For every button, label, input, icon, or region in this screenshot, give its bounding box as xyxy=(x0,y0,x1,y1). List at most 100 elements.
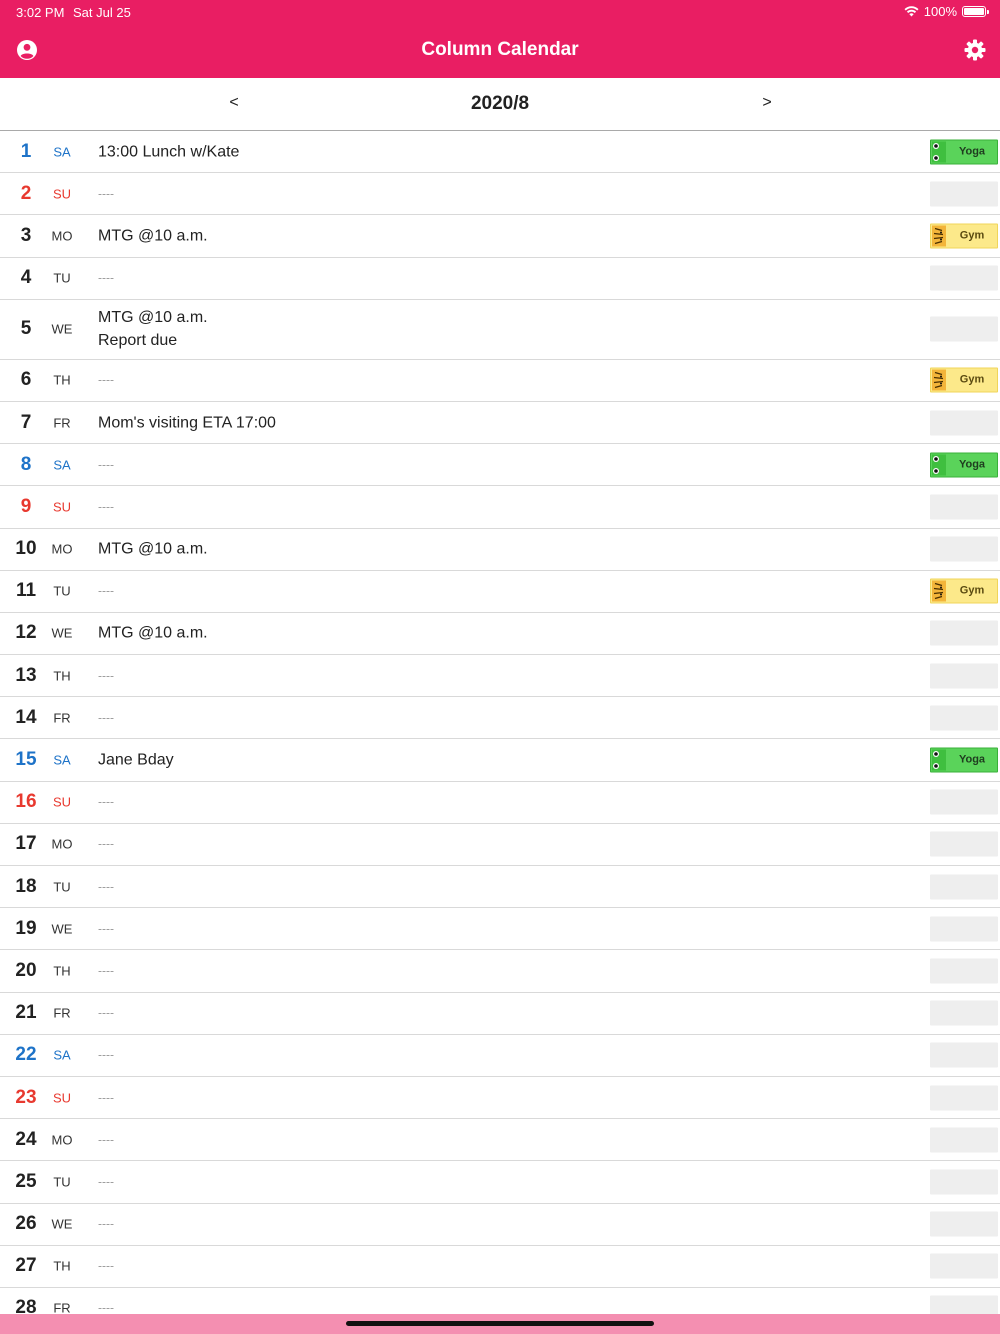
wifi-icon xyxy=(904,6,919,17)
day-events[interactable]: ---- xyxy=(98,1044,910,1067)
habit-tag[interactable]: Gym xyxy=(930,367,998,393)
day-events[interactable]: ---- xyxy=(98,1002,910,1025)
day-row[interactable]: 3 MO MTG @10 a.m. Gym xyxy=(0,215,1000,258)
page-title: Column Calendar xyxy=(421,39,579,60)
day-row[interactable]: 4 TU ---- xyxy=(0,258,1000,300)
habit-tag[interactable]: Yoga xyxy=(930,452,998,478)
day-row[interactable]: 8 SA ---- Yoga xyxy=(0,444,1000,487)
day-events[interactable]: ---- xyxy=(98,1086,910,1109)
day-row[interactable]: 17 MO ---- xyxy=(0,824,1000,866)
day-row[interactable]: 23 SU ---- xyxy=(0,1077,1000,1120)
habit-tag-empty[interactable] xyxy=(930,831,998,857)
day-row[interactable]: 7 FR Mom's visiting ETA 17:00 xyxy=(0,402,1000,445)
day-events[interactable]: MTG @10 a.m. xyxy=(98,538,910,561)
day-number: 9 xyxy=(20,495,32,517)
day-row[interactable]: 16 SU ---- xyxy=(0,782,1000,824)
habit-tag[interactable]: Yoga xyxy=(930,139,998,165)
habit-tag-empty[interactable] xyxy=(930,1211,998,1237)
day-row[interactable]: 18 TU ---- xyxy=(0,866,1000,909)
habit-tag-empty[interactable] xyxy=(930,874,998,900)
day-events[interactable]: MTG @10 a.m. Report due xyxy=(98,306,910,352)
day-events[interactable]: ---- xyxy=(98,369,910,392)
habit-tag-empty[interactable] xyxy=(930,1127,998,1153)
habit-tag-empty[interactable] xyxy=(930,789,998,815)
frog-icon xyxy=(932,141,946,163)
day-events[interactable]: ---- xyxy=(98,1255,910,1278)
day-of-week: TU xyxy=(53,879,71,895)
habit-tag-empty[interactable] xyxy=(930,1000,998,1026)
day-events[interactable]: 13:00 Lunch w/Kate xyxy=(98,140,910,163)
day-events[interactable]: ---- xyxy=(98,1128,910,1151)
day-number: 14 xyxy=(15,706,37,728)
battery-icon xyxy=(962,6,989,17)
day-row[interactable]: 25 TU ---- xyxy=(0,1161,1000,1204)
day-events[interactable]: MTG @10 a.m. xyxy=(98,622,910,645)
day-row[interactable]: 22 SA ---- xyxy=(0,1035,1000,1077)
day-events[interactable]: ---- xyxy=(98,1170,910,1193)
day-events[interactable]: ---- xyxy=(98,791,910,814)
day-row[interactable]: 15 SA Jane Bday Yoga xyxy=(0,739,1000,782)
habit-tag-empty[interactable] xyxy=(930,181,998,207)
day-events[interactable]: ---- xyxy=(98,917,910,940)
day-events[interactable]: ---- xyxy=(98,959,910,982)
day-events[interactable]: ---- xyxy=(98,182,910,205)
battery-percent: 100% xyxy=(923,4,957,19)
day-number: 13 xyxy=(15,664,37,686)
day-number: 12 xyxy=(15,622,37,644)
habit-tag-empty[interactable] xyxy=(930,265,998,291)
day-events[interactable]: ---- xyxy=(98,453,910,476)
day-row[interactable]: 10 MO MTG @10 a.m. xyxy=(0,529,1000,571)
habit-tag[interactable]: Gym xyxy=(930,578,998,604)
day-row[interactable]: 11 TU ---- Gym xyxy=(0,571,1000,613)
day-row[interactable]: 1 SA 13:00 Lunch w/Kate Yoga xyxy=(0,131,1000,174)
status-time: 3:02 PM xyxy=(16,5,65,20)
day-events[interactable]: ---- xyxy=(98,580,910,603)
habit-tag-empty[interactable] xyxy=(930,1169,998,1195)
habit-tag-empty[interactable] xyxy=(930,1253,998,1279)
day-row[interactable]: 14 FR ---- xyxy=(0,697,1000,740)
habit-tag[interactable]: Gym xyxy=(930,223,998,249)
home-indicator[interactable] xyxy=(346,1321,654,1326)
gear-icon[interactable] xyxy=(964,39,986,61)
day-row[interactable]: 2 SU ---- xyxy=(0,173,1000,216)
day-events[interactable]: Jane Bday xyxy=(98,749,910,772)
habit-tag-empty[interactable] xyxy=(930,1042,998,1068)
day-row[interactable]: 6 TH ---- Gym xyxy=(0,360,1000,402)
day-of-week: WE xyxy=(51,321,73,337)
day-events[interactable]: ---- xyxy=(98,706,910,729)
day-row[interactable]: 19 WE ---- xyxy=(0,908,1000,951)
day-row[interactable]: 9 SU ---- xyxy=(0,486,1000,529)
habit-tag-empty[interactable] xyxy=(930,663,998,689)
status-right: 100% xyxy=(904,4,989,19)
habit-tag-empty[interactable] xyxy=(930,620,998,646)
habit-tag-empty[interactable] xyxy=(930,410,998,436)
day-events[interactable]: Mom's visiting ETA 17:00 xyxy=(98,411,910,434)
day-row[interactable]: 13 TH ---- xyxy=(0,655,1000,698)
habit-tag-empty[interactable] xyxy=(930,916,998,942)
nav-bar: Column Calendar xyxy=(0,24,1000,78)
habit-tag[interactable]: Yoga xyxy=(930,747,998,773)
day-row[interactable]: 27 TH ---- xyxy=(0,1246,1000,1288)
day-events[interactable]: ---- xyxy=(98,833,910,856)
habit-tag-empty[interactable] xyxy=(930,316,998,342)
day-of-week: SU xyxy=(52,499,72,515)
day-row[interactable]: 24 MO ---- xyxy=(0,1119,1000,1162)
next-month-button[interactable]: > xyxy=(755,94,779,112)
day-row[interactable]: 12 WE MTG @10 a.m. xyxy=(0,613,1000,656)
habit-tag-empty[interactable] xyxy=(930,705,998,731)
day-events[interactable]: ---- xyxy=(98,1213,910,1236)
habit-tag-empty[interactable] xyxy=(930,958,998,984)
day-row[interactable]: 20 TH ---- xyxy=(0,950,1000,993)
habit-tag-empty[interactable] xyxy=(930,1085,998,1111)
day-events[interactable]: ---- xyxy=(98,875,910,898)
day-events[interactable]: ---- xyxy=(98,495,910,518)
day-events[interactable]: ---- xyxy=(98,267,910,290)
habit-tag-empty[interactable] xyxy=(930,536,998,562)
day-row[interactable]: 5 WE MTG @10 a.m. Report due xyxy=(0,300,1000,360)
day-events[interactable]: MTG @10 a.m. xyxy=(98,224,910,247)
day-number: 3 xyxy=(20,224,32,246)
day-row[interactable]: 21 FR ---- xyxy=(0,993,1000,1035)
habit-tag-empty[interactable] xyxy=(930,494,998,520)
day-row[interactable]: 26 WE ---- xyxy=(0,1204,1000,1246)
day-events[interactable]: ---- xyxy=(98,664,910,687)
